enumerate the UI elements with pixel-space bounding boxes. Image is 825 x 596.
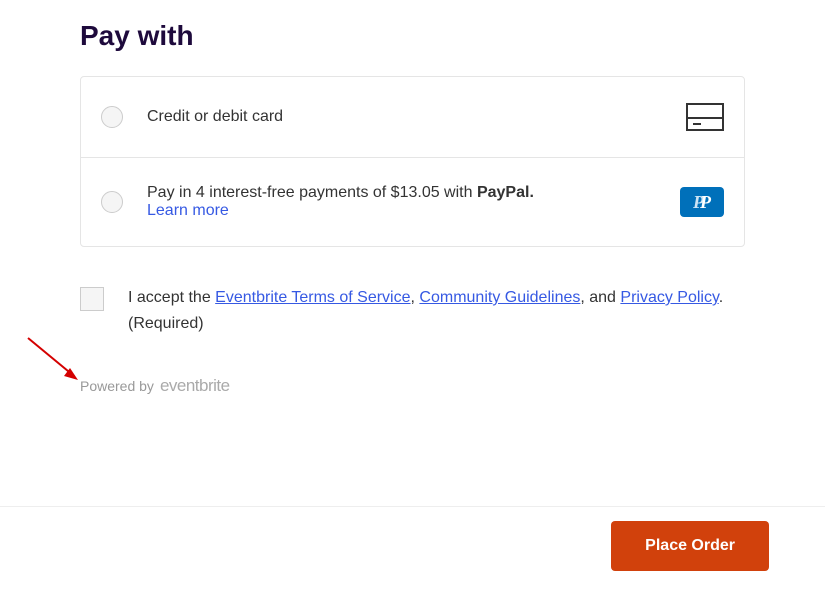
powered-by-label: Powered by [80,378,154,394]
learn-more-link[interactable]: Learn more [147,202,680,220]
terms-sep2: , and [580,289,620,306]
community-guidelines-link[interactable]: Community Guidelines [419,289,580,306]
terms-checkbox[interactable] [80,287,104,311]
powered-by: Powered by eventbrite [80,376,745,396]
paypal-icon: PP [680,187,724,217]
page-title: Pay with [80,20,745,52]
eventbrite-logo: eventbrite [160,376,230,396]
option-card[interactable]: Credit or debit card [81,77,744,157]
privacy-policy-link[interactable]: Privacy Policy [620,289,718,306]
radio-card[interactable] [101,106,123,128]
payment-options: Credit or debit card Pay in 4 interest-f… [80,76,745,247]
terms-row: I accept the Eventbrite Terms of Service… [80,285,745,336]
credit-card-icon [686,103,724,131]
paypal-prefix: Pay in 4 interest-free payments of $13.0… [147,184,477,201]
tos-link[interactable]: Eventbrite Terms of Service [215,289,410,306]
option-paypal[interactable]: Pay in 4 interest-free payments of $13.0… [81,157,744,246]
place-order-button[interactable]: Place Order [611,521,769,571]
option-paypal-line: Pay in 4 interest-free payments of $13.0… [147,184,680,202]
terms-prefix: I accept the [128,289,215,306]
radio-paypal[interactable] [101,191,123,213]
option-card-label: Credit or debit card [147,108,686,126]
paypal-brand: PayPal. [477,184,534,201]
footer-bar: Place Order [0,506,825,596]
terms-text: I accept the Eventbrite Terms of Service… [128,285,745,336]
